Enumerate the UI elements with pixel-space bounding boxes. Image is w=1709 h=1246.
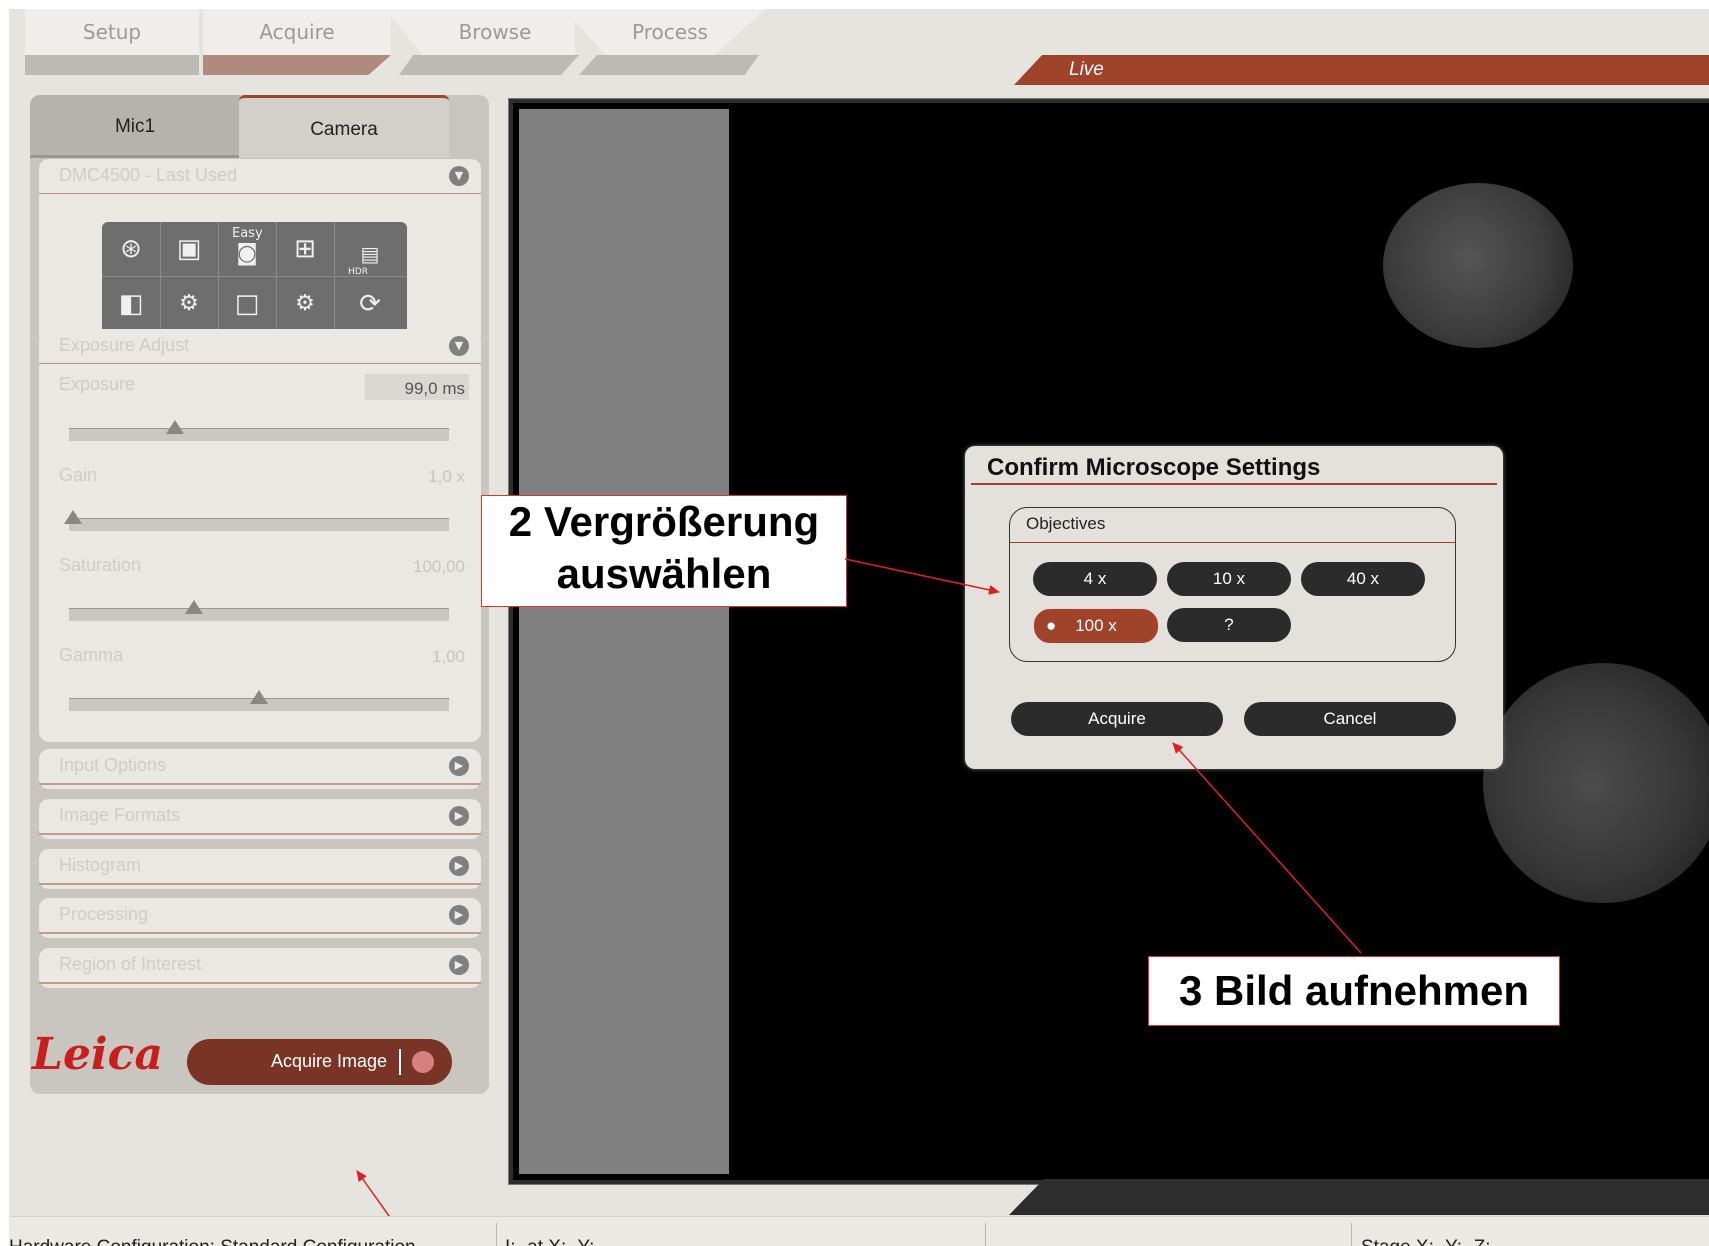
status-separator bbox=[496, 1223, 497, 1246]
leica-app-window: Setup Acquire Browse Process Live Mic1 C… bbox=[9, 9, 1709, 1246]
status-separator bbox=[1351, 1223, 1352, 1246]
status-position: I:- at X:- Y:- bbox=[505, 1237, 601, 1246]
status-hardware-config: Hardware Configuration: Standard Configu… bbox=[9, 1237, 416, 1246]
arrow-to-dialog-acquire bbox=[1172, 742, 1362, 954]
annotation-arrows bbox=[356, 558, 1362, 1245]
arrow-to-objective bbox=[844, 558, 1000, 595]
status-separator bbox=[985, 1223, 986, 1246]
status-bar: Hardware Configuration: Standard Configu… bbox=[9, 1216, 1709, 1246]
status-stage: Stage X:- Y:- Z:- bbox=[1361, 1237, 1497, 1246]
